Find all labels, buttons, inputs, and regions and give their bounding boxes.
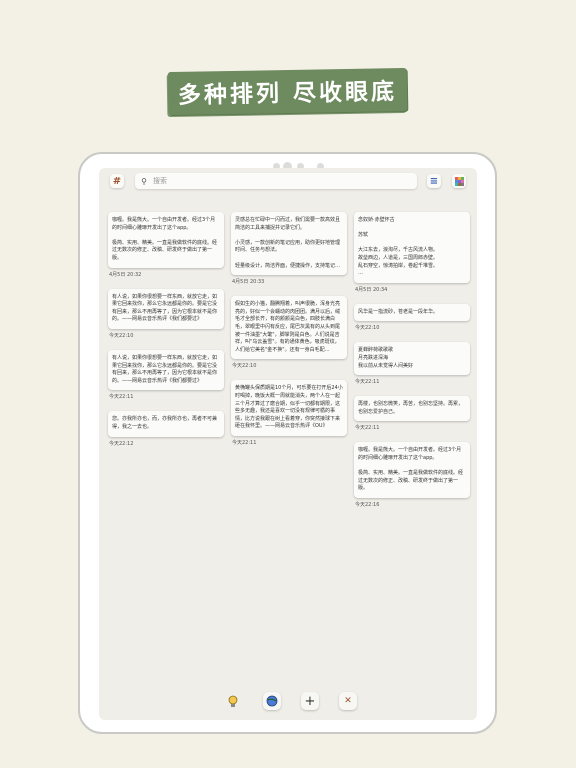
note-time: 今天22:12 — [109, 440, 134, 447]
search-input[interactable]: ⚲ 搜索 — [135, 173, 417, 189]
note-card[interactable]: 咖喱。我是熊大。一个自由开发者。经过3个月的时间细心雕琢开发出了这个app。 极… — [354, 442, 470, 498]
note-card[interactable]: 有人说，如果你很想要一样东西，就放它走，如果它回来找你，那么它永远都是你的。要是… — [108, 349, 224, 391]
inspiration-button[interactable] — [224, 692, 242, 710]
explore-button[interactable] — [263, 692, 281, 710]
note-card[interactable]: 假如生的小猫，翻腾翔着，叫声很脆，浑身光亮亮的，好似一个会蠕动的肉团团。满月以后… — [231, 296, 347, 360]
tag-button[interactable]: # — [110, 174, 124, 188]
note-time: 今天22:16 — [355, 501, 380, 508]
note-card[interactable]: 咖喱。我是熊大。一个自由开发者。经过3个月的时间细心雕琢开发出了这个app。 极… — [108, 212, 224, 268]
globe-icon — [266, 695, 278, 707]
top-toolbar: # ⚲ 搜索 ≡ — [99, 168, 477, 198]
note-item[interactable]: 念奴娇·赤壁怀古 苏轼 大江东去，浪淘尽，千古风流人物。 故垒西边，人道是，三国… — [354, 212, 470, 293]
note-item[interactable]: 您。亦我所亦也，而，亦我所亦也，再者不可兼得，我之一去也。今天22:12 — [108, 411, 224, 447]
note-time: 今天22:10 — [355, 325, 380, 332]
note-item[interactable]: 风华是一指流砂，苍老是一段年华。今天22:10 — [354, 303, 470, 332]
tablet-frame: # ⚲ 搜索 ≡ 咖喱。我是熊大。一个自由开发者。经过3个月的时间细心雕琢开发出… — [78, 152, 497, 734]
search-placeholder: 搜索 — [153, 177, 167, 185]
note-card[interactable]: 念奴娇·赤壁怀古 苏轼 大江东去，浪淘尽，千古风流人物。 故垒西边，人道是，三国… — [354, 212, 470, 283]
headline-text: 多种排列 尽收眼底 — [168, 67, 408, 116]
app-screen: # ⚲ 搜索 ≡ 咖喱。我是熊大。一个自由开发者。经过3个月的时间细心雕琢开发出… — [99, 168, 477, 720]
note-item[interactable]: 有人说，如果你很想要一样东西，就放它走，如果它回来找你，那么它永远都是你的。要是… — [108, 349, 224, 401]
hashtag-icon: # — [112, 175, 122, 187]
note-time: 今天22:11 — [109, 394, 134, 401]
note-time: 4月5日 20:32 — [109, 271, 142, 278]
add-note-button[interactable]: + — [301, 692, 319, 710]
color-palette-button[interactable] — [452, 174, 466, 188]
note-card[interactable]: 夏蝉醉荷歌歌歌 月亮跌进深海 我以前从未觉得人间美好 — [354, 342, 470, 376]
note-time: 今天22:10 — [109, 332, 134, 339]
note-item[interactable]: 咖喱。我是熊大。一个自由开发者。经过3个月的时间细心雕琢开发出了这个app。 极… — [108, 212, 224, 278]
plus-icon: + — [304, 693, 316, 709]
note-card[interactable]: 风华是一指流砂，苍老是一段年华。 — [354, 303, 470, 322]
note-item[interactable]: 咖喱。我是熊大。一个自由开发者。经过3个月的时间细心雕琢开发出了这个app。 极… — [354, 442, 470, 508]
palette-grid-icon — [454, 176, 464, 186]
headline-banner: 多种排列 尽收眼底 — [0, 67, 576, 116]
sort-button[interactable]: ≡ — [427, 174, 441, 188]
note-item[interactable]: 灵感总在忙碌中一闪而过，我们需要一款高效且简洁的工具来捕捉并记录它们。 小灵感，… — [231, 212, 347, 285]
search-icon: ⚲ — [141, 176, 147, 186]
note-item[interactable]: 夏蝉醉荷歌歌歌 月亮跌进深海 我以前从未觉得人间美好今天22:11 — [354, 342, 470, 385]
note-time: 今天22:11 — [355, 425, 380, 432]
bottom-toolbar: + ✕ — [99, 680, 477, 720]
note-card[interactable]: 再楼，也别忘微笑，再苦，也别忘坚持。再累，也别忘爱护自己。 — [354, 396, 470, 422]
note-time: 4月5日 20:33 — [232, 279, 265, 286]
lightbulb-icon — [228, 695, 238, 707]
note-card[interactable]: 您。亦我所亦也，而，亦我所亦也，再者不可兼得，我之一去也。 — [108, 411, 224, 437]
notes-column-2: 灵感总在忙碌中一闪而过，我们需要一款高效且简洁的工具来捕捉并记录它们。 小灵感，… — [231, 212, 347, 457]
note-time: 今天22:11 — [355, 379, 380, 386]
sort-icon: ≡ — [429, 175, 439, 187]
note-time: 今天22:10 — [232, 363, 257, 370]
note-card[interactable]: 灵感总在忙碌中一闪而过，我们需要一款高效且简洁的工具来捕捉并记录它们。 小灵感，… — [231, 212, 347, 276]
tools-icon: ✕ — [344, 696, 352, 706]
note-card[interactable]: 黄桷罐头保质期是10个月，可乐要在打开后24小时喝掉，晚饭大概一周就能消失，两个… — [231, 380, 347, 436]
note-item[interactable]: 黄桷罐头保质期是10个月，可乐要在打开后24小时喝掉，晚饭大概一周就能消失，两个… — [231, 380, 347, 446]
note-item[interactable]: 有人说，如果你很想要一样东西，就放它走，如果它回来找你，那么它永远都是你的。要是… — [108, 288, 224, 339]
note-time: 4月5日 20:34 — [355, 286, 388, 293]
note-item[interactable]: 假如生的小猫，翻腾翔着，叫声很脆，浑身光亮亮的，好似一个会蠕动的肉团团。满月以后… — [231, 296, 347, 369]
note-time: 今天22:11 — [232, 439, 257, 446]
note-item[interactable]: 再楼，也别忘微笑，再苦，也别忘坚持。再累，也别忘爱护自己。今天22:11 — [354, 396, 470, 431]
tools-button[interactable]: ✕ — [339, 692, 357, 710]
note-card[interactable]: 有人说，如果你很想要一样东西，就放它走，如果它回来找你，那么它永远都是你的。要是… — [108, 288, 224, 329]
notes-column-1: 咖喱。我是熊大。一个自由开发者。经过3个月的时间细心雕琢开发出了这个app。 极… — [108, 212, 224, 458]
notes-column-3: 念奴娇·赤壁怀古 苏轼 大江东去，浪淘尽，千古风流人物。 故垒西边，人道是，三国… — [354, 212, 470, 519]
